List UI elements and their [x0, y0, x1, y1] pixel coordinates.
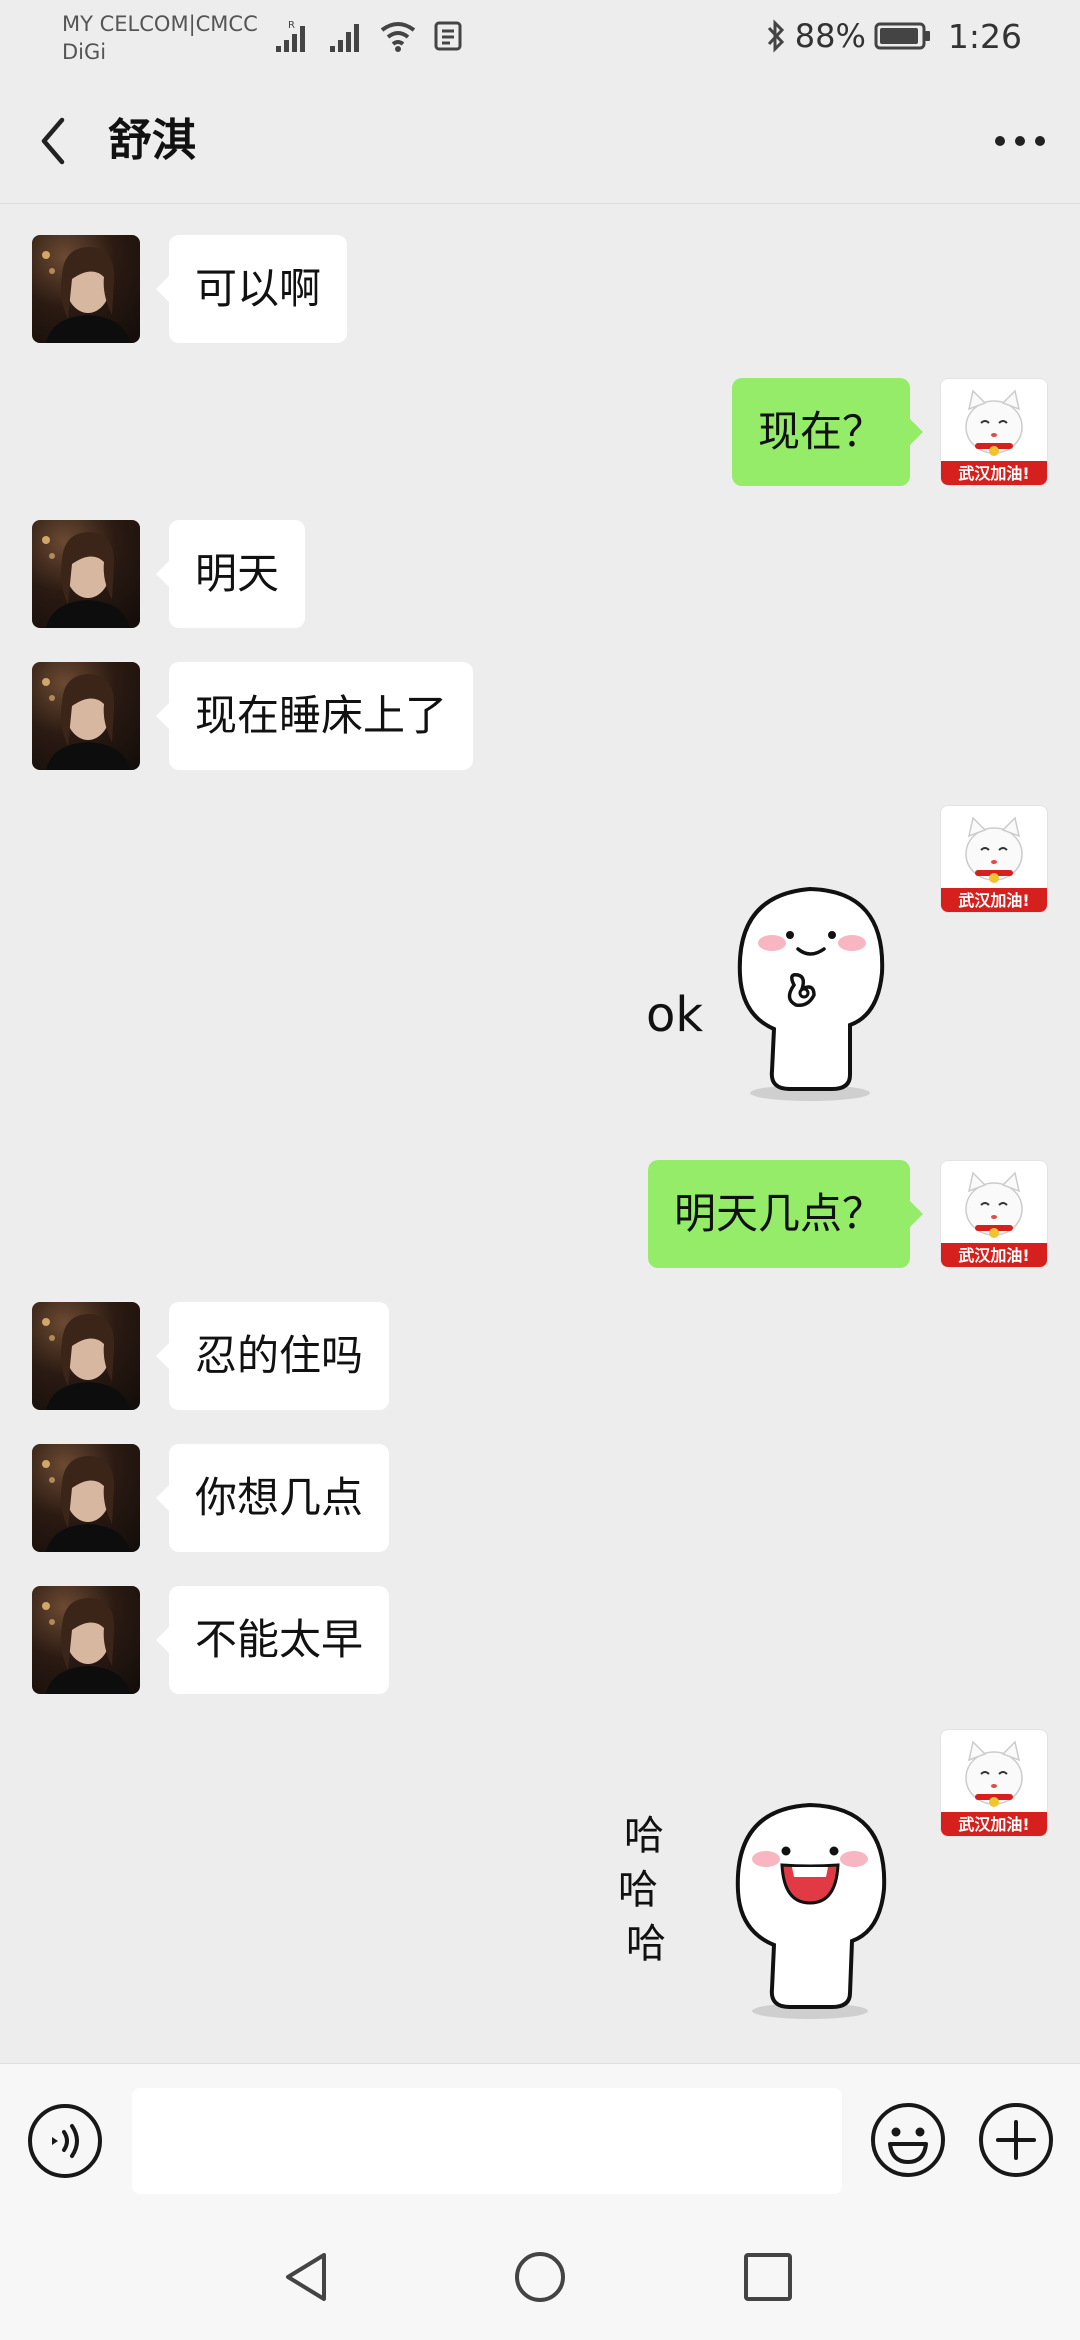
message-bubble[interactable]: 你想几点 [155, 1444, 390, 1552]
contact-avatar-image [42, 532, 130, 628]
nav-home-icon [515, 2252, 565, 2302]
message-bubble[interactable]: 可以啊 [155, 235, 348, 343]
sticker-caption: 哈 [626, 1921, 666, 1967]
signal-icon [330, 24, 359, 52]
notification-icon [434, 21, 462, 51]
self-avatar[interactable]: 武汉加油! [940, 1160, 1048, 1268]
self-avatar[interactable]: 武汉加油! [940, 805, 1048, 913]
contact-avatar[interactable] [32, 1302, 140, 1410]
sticker-caption: 哈 [624, 1813, 664, 1859]
carrier-label: MY CELCOM|CMCC DiGi [62, 12, 258, 64]
voice-icon [28, 2104, 102, 2178]
contact-avatar-image [42, 247, 130, 343]
laughing-sticker-image: 哈 哈 哈 [618, 1802, 887, 2019]
sticker-caption: 哈 [618, 1867, 658, 1913]
self-avatar[interactable]: 武汉加油! [940, 378, 1048, 486]
lucky-cat-avatar-image: 武汉加油! [941, 389, 1047, 485]
emoji-icon [871, 2103, 945, 2177]
contact-avatar[interactable] [32, 1586, 140, 1694]
message-bubble[interactable]: 现在？ [731, 378, 924, 486]
status-icons-right: 88% 1:26 [765, 14, 1022, 58]
sticker-caption: ok [646, 987, 703, 1043]
input-bar [0, 2063, 1080, 2217]
nav-recents-icon [744, 2253, 792, 2301]
lucky-cat-avatar-image: 武汉加油! [941, 1740, 1047, 1836]
nav-recents-button[interactable] [728, 2237, 808, 2317]
battery-icon [874, 22, 930, 50]
roaming-marker: R [288, 20, 295, 31]
lucky-cat-avatar-image: 武汉加油! [941, 1171, 1047, 1267]
self-avatar[interactable]: 武汉加油! [940, 1729, 1048, 1837]
clock: 1:26 [947, 16, 1022, 56]
contact-avatar[interactable] [32, 1444, 140, 1552]
voice-button[interactable] [26, 2102, 104, 2180]
nav-back-icon [286, 2253, 326, 2301]
signal-icon: R [276, 20, 305, 52]
battery-percent: 88% [794, 17, 866, 55]
avatar-banner-text: 武汉加油! [958, 464, 1029, 483]
back-button[interactable] [28, 112, 78, 170]
more-actions-button[interactable] [976, 2100, 1056, 2180]
chat-title: 舒淇 [108, 115, 196, 166]
system-nav-bar [0, 2217, 1080, 2340]
avatar-banner-text: 武汉加油! [958, 1815, 1029, 1834]
contact-avatar[interactable] [32, 520, 140, 628]
wifi-icon [380, 22, 416, 52]
contact-avatar[interactable] [32, 662, 140, 770]
contact-avatar-image [42, 1456, 130, 1552]
message-bubble[interactable]: 明天几点？ [647, 1160, 924, 1268]
sticker-ok[interactable]: ok [610, 865, 910, 1109]
status-icons-left: R [274, 16, 464, 56]
bluetooth-icon [767, 19, 784, 53]
message-bubble[interactable]: 现在睡床上了 [155, 662, 474, 770]
nav-home-button[interactable] [500, 2237, 580, 2317]
emoji-button[interactable] [868, 2100, 948, 2180]
more-button[interactable] [988, 116, 1052, 166]
avatar-banner-text: 武汉加油! [958, 891, 1029, 910]
message-input[interactable] [132, 2088, 842, 2194]
contact-avatar-image [42, 674, 130, 770]
chevron-left-icon [41, 117, 65, 165]
contact-avatar-image [42, 1598, 130, 1694]
message-bubble[interactable]: 明天 [155, 520, 306, 628]
message-list[interactable]: 可以啊 武汉加油! 现在？ 明天 现在睡床上了 武汉加油! ok 武汉加油! 明… [0, 205, 1080, 2063]
message-bubble[interactable]: 忍的住吗 [155, 1302, 390, 1410]
contact-avatar[interactable] [32, 235, 140, 343]
nav-back-button[interactable] [268, 2237, 348, 2317]
plus-icon [979, 2103, 1053, 2177]
status-bar: MY CELCOM|CMCC DiGi R 88% 1:26 [0, 0, 1080, 76]
chat-header: 舒淇 [0, 76, 1080, 204]
ok-sticker-image: ok [646, 886, 885, 1101]
more-dots-icon [995, 136, 1045, 146]
avatar-banner-text: 武汉加油! [958, 1246, 1029, 1265]
message-bubble[interactable]: 不能太早 [155, 1586, 390, 1694]
sticker-haha[interactable]: 哈 哈 哈 [610, 1779, 910, 2023]
contact-avatar-image [42, 1314, 130, 1410]
lucky-cat-avatar-image: 武汉加油! [941, 816, 1047, 912]
